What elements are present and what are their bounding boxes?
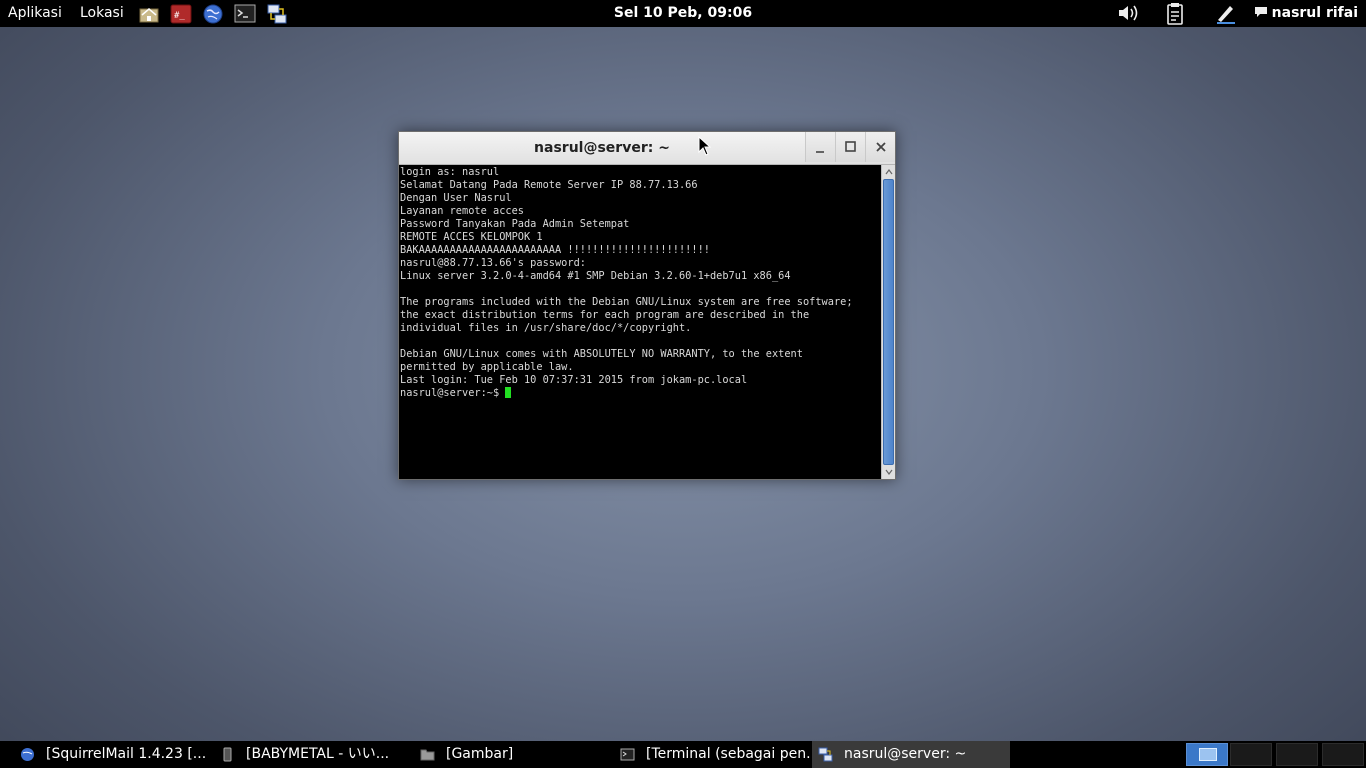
minimize-button[interactable] (805, 132, 835, 162)
workspace-window-thumb (1199, 748, 1217, 761)
user-menu[interactable]: nasrul rifai (1254, 0, 1358, 27)
terminal-line: Layanan remote acces (400, 205, 524, 217)
places-menu[interactable]: Lokasi (80, 0, 124, 27)
top-panel: Aplikasi Lokasi #_ Sel 10 Peb, 09:06 nas… (0, 0, 1366, 27)
terminal-line: nasrul@88.77.13.66's password: (400, 257, 586, 269)
close-icon (876, 142, 886, 152)
scroll-thumb[interactable] (883, 179, 894, 465)
bottom-panel: [SquirrelMail 1.4.23 [... [BABYMETAL - い… (0, 741, 1366, 768)
workspace-4[interactable] (1322, 743, 1364, 766)
terminal-line: The programs included with the Debian GN… (400, 296, 853, 308)
maximize-button[interactable] (835, 132, 865, 162)
mouse-pointer-icon (698, 136, 712, 156)
task-label: [Terminal (sebagai pen... (646, 746, 810, 762)
terminal-line: Selamat Datang Pada Remote Server IP 88.… (400, 179, 698, 191)
terminal-line: individual files in /usr/share/doc/*/cop… (400, 322, 692, 334)
scroll-up-icon[interactable] (883, 166, 895, 178)
task-label: [BABYMETAL - いい... (246, 746, 390, 762)
vertical-scrollbar[interactable] (881, 165, 895, 479)
terminal-line: Linux server 3.2.0-4-amd64 #1 SMP Debian… (400, 270, 791, 282)
task-gambar[interactable]: [Gambar] (414, 741, 610, 768)
chat-bubble-icon (1254, 7, 1267, 17)
task-label: [SquirrelMail 1.4.23 [... (46, 746, 207, 762)
maximize-icon (845, 141, 856, 152)
task-terminal[interactable]: [Terminal (sebagai pen... (614, 741, 810, 768)
terminal-line: Last login: Tue Feb 10 07:37:31 2015 fro… (400, 374, 748, 386)
terminal-line: login as: nasrul (400, 166, 500, 178)
svg-text:#_: #_ (174, 11, 185, 21)
terminal-window[interactable]: nasrul@server: ~ login as: nasrul Selamat… (398, 131, 896, 480)
workspace-3[interactable] (1276, 743, 1318, 766)
terminal-icon (620, 748, 635, 761)
clock[interactable]: Sel 10 Peb, 09:06 (614, 5, 752, 21)
task-babymetal[interactable]: [BABYMETAL - いい... (214, 741, 410, 768)
terminal-line: permitted by applicable law. (400, 361, 574, 373)
shell-prompt: nasrul@server:~$ (400, 387, 506, 399)
terminal-red-icon[interactable]: #_ (170, 3, 192, 25)
task-putty-session[interactable]: nasrul@server: ~ (812, 741, 1010, 768)
applications-menu[interactable]: Aplikasi (8, 0, 62, 27)
window-titlebar[interactable]: nasrul@server: ~ (399, 132, 895, 165)
clipboard-icon[interactable] (1165, 2, 1187, 26)
pen-icon[interactable] (1214, 2, 1238, 26)
minimize-icon (816, 151, 824, 153)
text-cursor (505, 387, 512, 398)
scroll-down-icon[interactable] (883, 466, 895, 478)
terminal-output[interactable]: login as: nasrul Selamat Datang Pada Remo… (399, 165, 881, 479)
media-icon (223, 747, 232, 762)
terminal-line: REMOTE ACCES KELOMPOK 1 (400, 231, 543, 243)
network-icon[interactable] (266, 3, 288, 25)
home-folder-icon[interactable] (138, 3, 160, 25)
close-button[interactable] (865, 132, 895, 162)
terminal-line: Dengan User Nasrul (400, 192, 512, 204)
window-title: nasrul@server: ~ (534, 140, 670, 156)
terminal-line: BAKAAAAAAAAAAAAAAAAAAAAAAA !!!!!!!!!!!!!… (400, 244, 710, 256)
workspace-2[interactable] (1230, 743, 1272, 766)
user-name: nasrul rifai (1271, 5, 1358, 21)
workspace-1[interactable] (1186, 743, 1228, 766)
terminal-line: the exact distribution terms for each pr… (400, 309, 810, 321)
task-label: [Gambar] (446, 746, 514, 762)
terminal-line: Debian GNU/Linux comes with ABSOLUTELY N… (400, 348, 803, 360)
terminal-prompt-line[interactable]: nasrul@server:~$ (400, 387, 881, 400)
terminal-icon[interactable] (234, 3, 256, 25)
folder-icon (420, 749, 435, 761)
task-label: nasrul@server: ~ (844, 746, 967, 762)
browser-globe-icon[interactable] (202, 3, 224, 25)
browser-icon (21, 748, 34, 761)
putty-icon (818, 747, 833, 762)
terminal-line: Password Tanyakan Pada Admin Setempat (400, 218, 630, 230)
volume-icon[interactable] (1116, 2, 1140, 26)
task-squirrelmail[interactable]: [SquirrelMail 1.4.23 [... (14, 741, 210, 768)
